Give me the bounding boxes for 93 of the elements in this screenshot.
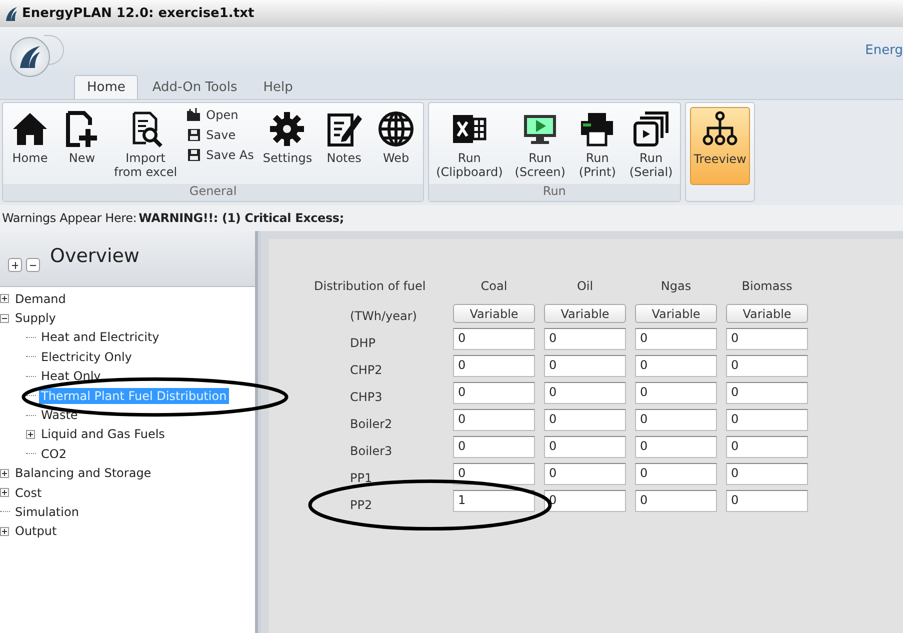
- ribbon-button[interactable]: Run (Serial): [626, 107, 676, 181]
- input-field[interactable]: 0: [635, 382, 717, 404]
- input-field[interactable]: 0: [544, 409, 626, 431]
- expander-icon[interactable]: [0, 314, 9, 323]
- column-header: Coal: [480, 279, 508, 293]
- ribbon-button[interactable]: Home: [7, 107, 53, 167]
- row-label: CHP3: [349, 390, 384, 404]
- ribbon-button[interactable]: Import from excel: [111, 107, 180, 181]
- input-field[interactable]: 0: [635, 409, 717, 431]
- input-field[interactable]: 0: [453, 409, 535, 431]
- tree-item[interactable]: Cost: [13, 484, 44, 501]
- input-field[interactable]: 0: [544, 490, 626, 512]
- variable-button[interactable]: Variable: [635, 304, 717, 323]
- input-field[interactable]: 1: [453, 490, 535, 512]
- input-field[interactable]: 0: [453, 382, 535, 404]
- input-field[interactable]: 0: [544, 382, 626, 404]
- ribbon-button[interactable]: Treeview: [690, 107, 750, 185]
- input-field[interactable]: 0: [453, 463, 535, 485]
- input-field[interactable]: 0: [635, 328, 717, 350]
- tree-item[interactable]: Balancing and Storage: [13, 465, 154, 482]
- row-label: DHP: [349, 336, 376, 350]
- window-caption: Energ: [865, 42, 903, 58]
- ribbon-button[interactable]: Save: [186, 127, 254, 143]
- column-header: Ngas: [660, 279, 692, 293]
- ribbon-button[interactable]: New: [59, 107, 105, 167]
- input-field[interactable]: 0: [544, 436, 626, 458]
- ribbon-button[interactable]: Run (Print): [574, 107, 620, 181]
- ribbon-tab[interactable]: Add-On Tools: [140, 76, 250, 99]
- input-field[interactable]: 0: [726, 382, 808, 404]
- form-heading: Distribution of fuel: [314, 279, 427, 293]
- ribbon-button[interactable]: Notes: [321, 107, 368, 167]
- tree-item[interactable]: Heat and Electricity: [39, 329, 162, 346]
- input-field[interactable]: 0: [726, 328, 808, 350]
- row-label: PP1: [349, 471, 374, 485]
- column-header: Biomass: [740, 279, 794, 293]
- input-field[interactable]: 0: [726, 355, 808, 377]
- application-menu-button[interactable]: [10, 37, 50, 77]
- ribbon-button[interactable]: Run (Screen): [512, 107, 568, 181]
- expand-all-button[interactable]: [8, 258, 22, 272]
- ribbon-tab[interactable]: Home: [74, 75, 138, 99]
- variable-button[interactable]: Variable: [453, 304, 535, 323]
- input-field[interactable]: 0: [544, 328, 626, 350]
- input-field[interactable]: 0: [544, 355, 626, 377]
- tree-item[interactable]: Electricity Only: [39, 348, 134, 365]
- input-field[interactable]: 0: [453, 436, 535, 458]
- stacked-windows-icon: [631, 109, 672, 149]
- tree-item[interactable]: CO2: [39, 446, 68, 462]
- ribbon-button[interactable]: Settings: [260, 107, 316, 167]
- folder-icon: [186, 107, 202, 123]
- row-label: CHP2: [349, 363, 384, 377]
- tree-item[interactable]: Liquid and Gas Fuels: [39, 426, 167, 442]
- window-title: EnergyPLAN 12.0: exercise1.txt: [22, 6, 254, 21]
- group-label: General: [3, 184, 424, 201]
- input-field[interactable]: 0: [544, 463, 626, 485]
- expander-icon[interactable]: [0, 488, 9, 498]
- variable-button[interactable]: Variable: [726, 304, 808, 323]
- panel-title: Overview: [50, 244, 140, 266]
- tree-item[interactable]: Waste: [39, 407, 80, 424]
- globe-icon: [376, 109, 416, 149]
- input-field[interactable]: 0: [635, 436, 717, 458]
- expander-icon[interactable]: [0, 294, 9, 304]
- expander-icon[interactable]: [0, 468, 9, 478]
- tree-item[interactable]: Simulation: [13, 504, 81, 520]
- tree-item[interactable]: Supply: [13, 310, 58, 326]
- ribbon-button[interactable]: Open: [186, 107, 254, 123]
- warning-text: Warnings Appear Here: WARNING!!: (1) Critical Excess;: [0, 205, 903, 231]
- expander-icon[interactable]: [26, 430, 35, 439]
- expander-icon[interactable]: [0, 526, 9, 536]
- ribbon-button[interactable]: Run (Clipboard): [433, 107, 506, 181]
- row-label: Boiler3: [349, 444, 394, 458]
- group-label: Run: [429, 184, 680, 201]
- variable-button[interactable]: Variable: [544, 304, 626, 323]
- input-field[interactable]: 0: [726, 409, 808, 431]
- input-field[interactable]: 0: [453, 328, 535, 350]
- column-header: Oil: [576, 279, 594, 293]
- input-field[interactable]: 0: [726, 436, 808, 458]
- input-field[interactable]: 0: [635, 463, 717, 485]
- unit-label: (TWh/year): [349, 309, 418, 323]
- input-field[interactable]: 0: [453, 355, 535, 377]
- row-label: PP2: [349, 498, 374, 512]
- input-field[interactable]: 0: [726, 490, 808, 512]
- input-field[interactable]: 0: [635, 355, 717, 377]
- ribbon-button[interactable]: Web: [373, 107, 420, 167]
- tree-item[interactable]: Output: [13, 523, 59, 540]
- app-logo-icon: [4, 6, 18, 22]
- app-logo-icon: [17, 44, 43, 70]
- input-field[interactable]: 0: [635, 490, 717, 512]
- tree-item[interactable]: Demand: [13, 290, 68, 307]
- ribbon-tab[interactable]: Help: [251, 76, 305, 99]
- ribbon-button[interactable]: Save As: [186, 147, 254, 163]
- collapse-all-button[interactable]: [26, 258, 40, 272]
- row-label: Boiler2: [349, 417, 394, 431]
- input-field[interactable]: 0: [726, 463, 808, 485]
